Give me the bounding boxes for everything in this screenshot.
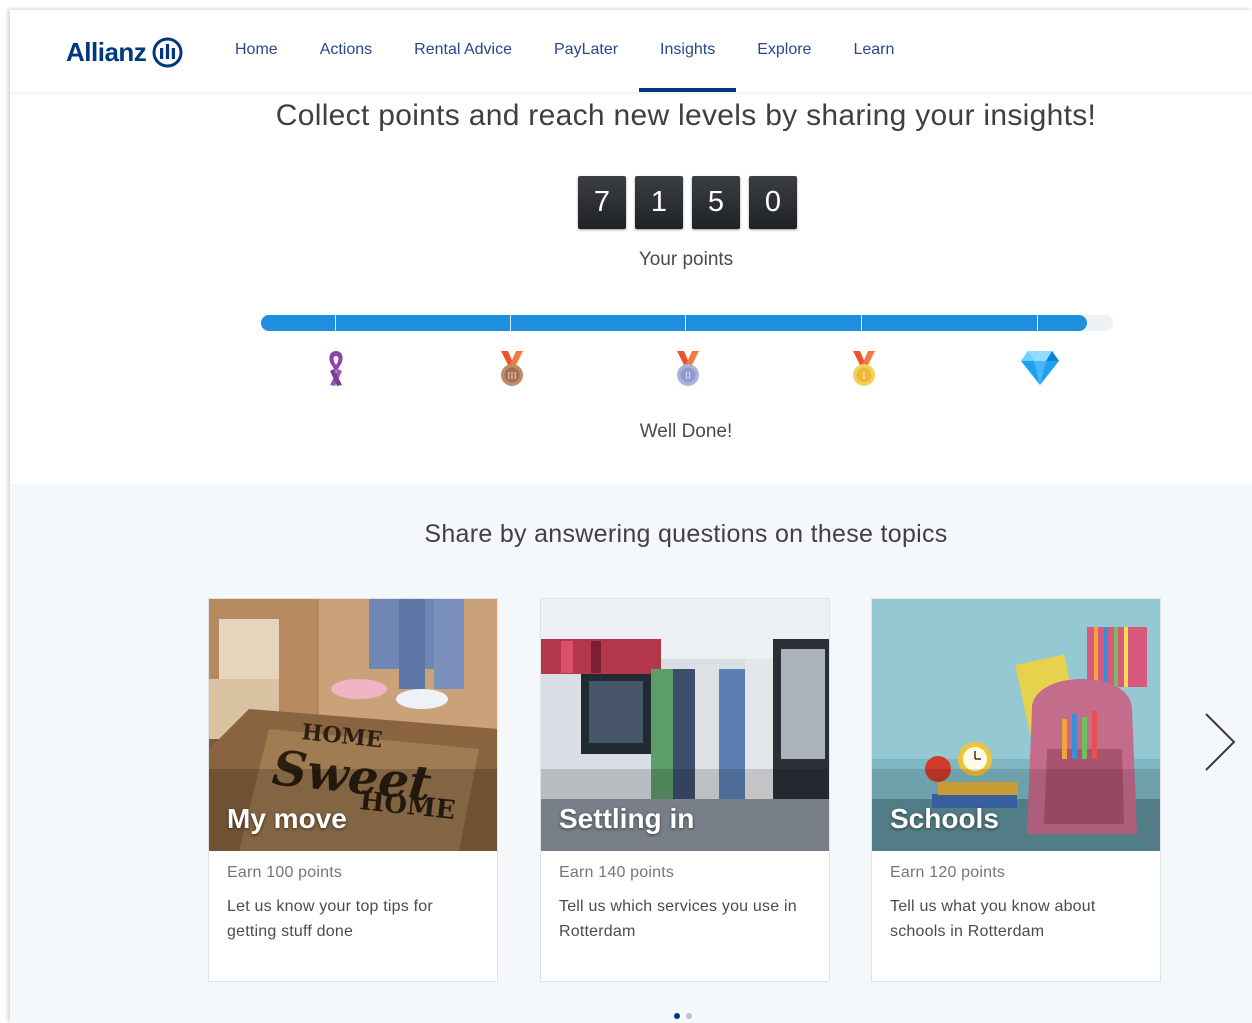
- card-points: Earn 100 points: [227, 864, 343, 881]
- points-digit: 0: [749, 176, 797, 229]
- level-tick: [335, 315, 336, 331]
- app-page: Allianz Home Actions Rental Advice PayLa…: [10, 10, 1252, 1023]
- points-counter: 7 1 5 0: [578, 176, 806, 229]
- svg-text:II: II: [685, 372, 691, 381]
- gold-medal-icon: I: [853, 351, 875, 386]
- nav-rental-advice[interactable]: Rental Advice: [393, 10, 533, 92]
- bronze-medal-icon: III: [501, 351, 523, 386]
- allianz-eagle-icon: [152, 37, 183, 68]
- school-backpack-image: Schools: [872, 599, 1160, 851]
- points-label: Your points: [638, 249, 734, 270]
- diamond-icon: [1021, 351, 1059, 385]
- level-tick: [685, 315, 686, 331]
- topics-section: Share by answering questions on these to…: [10, 484, 1252, 1023]
- nav-home[interactable]: Home: [214, 10, 299, 92]
- nav-learn[interactable]: Learn: [832, 10, 915, 92]
- level-progress-fill: [261, 315, 1088, 331]
- silver-medal-icon: II: [677, 351, 699, 386]
- level-tick: [861, 315, 862, 331]
- topics-heading: Share by answering questions on these to…: [424, 520, 948, 548]
- allianz-logo[interactable]: Allianz: [66, 37, 183, 68]
- card-title: My move: [227, 803, 347, 834]
- carousel-dot[interactable]: [686, 1013, 692, 1019]
- nav-explore[interactable]: Explore: [736, 10, 832, 92]
- carousel-pager: [674, 1013, 698, 1019]
- card-description: Tell us which services you use in Rotter…: [559, 898, 797, 940]
- nav-actions[interactable]: Actions: [299, 10, 393, 92]
- page-title: Collect points and reach new levels by s…: [275, 99, 1097, 132]
- top-navigation-bar: Allianz Home Actions Rental Advice PayLa…: [10, 10, 1252, 92]
- svg-text:III: III: [507, 372, 516, 381]
- points-digit: 7: [578, 176, 626, 229]
- topic-card-my-move[interactable]: HOME Sweet HOME My move Earn 100 points …: [208, 598, 498, 982]
- card-description: Tell us what you know about schools in R…: [890, 898, 1096, 940]
- card-title: Settling in: [559, 803, 695, 834]
- card-points: Earn 120 points: [890, 864, 1006, 881]
- carousel-next-arrow-icon[interactable]: [1200, 710, 1240, 774]
- logo-text: Allianz: [66, 37, 147, 67]
- nav-paylater[interactable]: PayLater: [533, 10, 639, 92]
- level-status-text: Well Done!: [639, 421, 733, 442]
- office-binders-image: Settling in: [541, 599, 829, 851]
- level-progress-bar: [261, 315, 1113, 331]
- points-digit: 1: [635, 176, 683, 229]
- topic-card-settling-in[interactable]: Settling in Earn 140 points Tell us whic…: [540, 598, 830, 982]
- svg-text:I: I: [862, 372, 865, 381]
- card-description: Let us know your top tips for getting st…: [227, 898, 433, 940]
- level-tick: [510, 315, 511, 331]
- points-digit: 5: [692, 176, 740, 229]
- card-title: Schools: [890, 803, 999, 834]
- level-tick: [1037, 315, 1038, 331]
- nav-insights[interactable]: Insights: [639, 10, 737, 92]
- purple-ribbon-icon: [329, 351, 343, 386]
- card-points: Earn 140 points: [559, 864, 675, 881]
- topic-card-schools[interactable]: Schools Earn 120 points Tell us what you…: [871, 598, 1161, 982]
- main-nav: Home Actions Rental Advice PayLater Insi…: [214, 10, 915, 92]
- carousel-dot[interactable]: [674, 1013, 680, 1019]
- home-sweet-home-image: HOME Sweet HOME My move: [209, 599, 497, 851]
